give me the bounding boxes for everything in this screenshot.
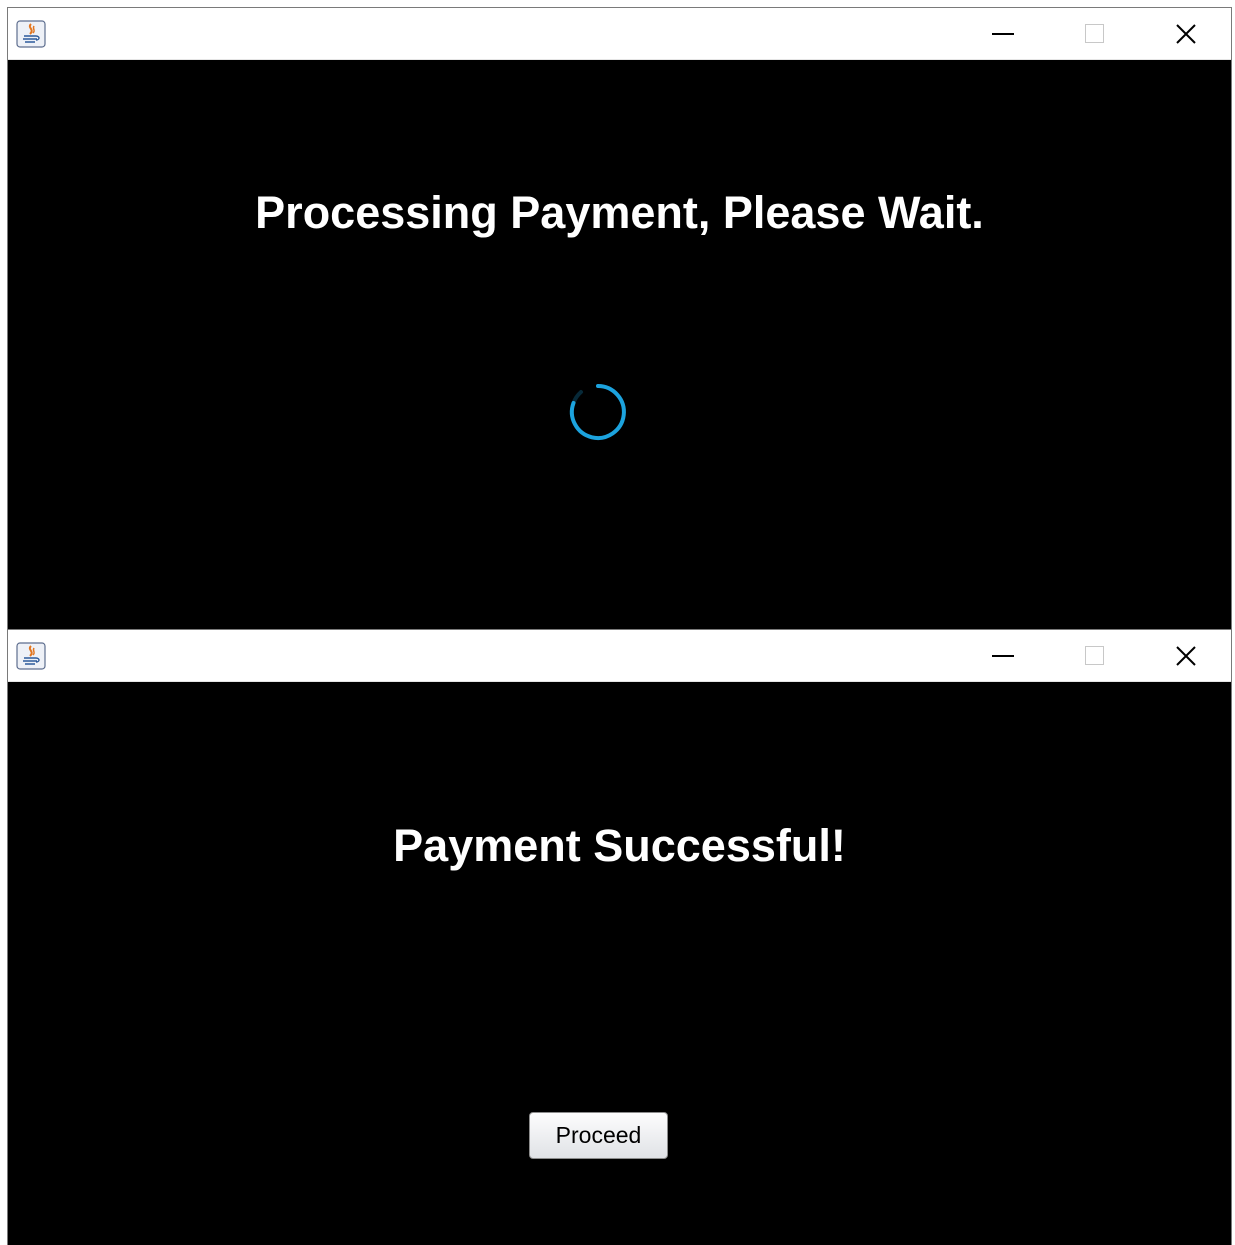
processing-heading: Processing Payment, Please Wait. [255, 187, 984, 238]
close-icon [1176, 23, 1196, 44]
minimize-button[interactable] [958, 630, 1048, 681]
minimize-icon [992, 32, 1014, 35]
processing-content: Processing Payment, Please Wait. [8, 60, 1231, 629]
minimize-icon [992, 654, 1014, 657]
processing-window: Processing Payment, Please Wait. [7, 7, 1232, 629]
close-button[interactable] [1141, 8, 1231, 59]
loading-spinner-icon [569, 384, 626, 440]
maximize-icon [1084, 24, 1104, 43]
close-button[interactable] [1141, 630, 1231, 681]
proceed-button[interactable]: Proceed [529, 1112, 668, 1159]
maximize-icon [1084, 646, 1104, 665]
java-app-icon [16, 20, 46, 48]
title-bar[interactable] [8, 8, 1231, 60]
success-content: Payment Successful! Proceed [8, 682, 1231, 1245]
success-heading: Payment Successful! [393, 820, 846, 871]
java-app-icon [16, 642, 46, 670]
title-bar[interactable] [8, 630, 1231, 682]
success-window: Payment Successful! Proceed [7, 629, 1232, 1245]
minimize-button[interactable] [958, 8, 1048, 59]
maximize-button[interactable] [1049, 8, 1139, 59]
maximize-button[interactable] [1049, 630, 1139, 681]
close-icon [1176, 645, 1196, 666]
